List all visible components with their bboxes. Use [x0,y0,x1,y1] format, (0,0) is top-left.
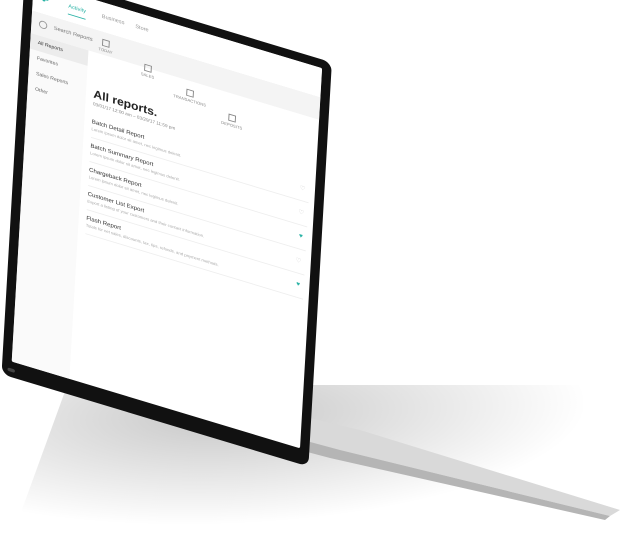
brand-logo-icon: ✽ [38,0,54,6]
transactions-icon [186,88,194,98]
bar-chart-icon [144,63,152,73]
laptop-screen: ✽ Activity Business Store TODAY SALES TR… [1,0,332,467]
deposits-icon [228,113,237,123]
grid-icon [101,38,110,48]
category-today[interactable]: TODAY [87,34,125,58]
favorite-heart-icon[interactable]: ♡ [295,256,301,265]
favorite-heart-icon[interactable]: ♥ [296,281,300,288]
category-label: SALES [140,71,155,80]
search-icon [38,19,48,31]
laptop-shadow [12,385,628,535]
tab-business[interactable]: Business [102,14,125,26]
favorite-heart-icon[interactable]: ♡ [300,184,306,193]
category-transactions[interactable]: TRANSACTIONS [171,84,209,108]
category-label: TODAY [98,46,113,55]
favorite-heart-icon[interactable]: ♥ [299,233,303,240]
category-sales[interactable]: SALES [129,59,167,83]
tab-store[interactable]: Store [135,24,149,33]
tab-activity[interactable]: Activity [68,4,86,14]
favorite-heart-icon[interactable]: ♡ [298,208,304,217]
